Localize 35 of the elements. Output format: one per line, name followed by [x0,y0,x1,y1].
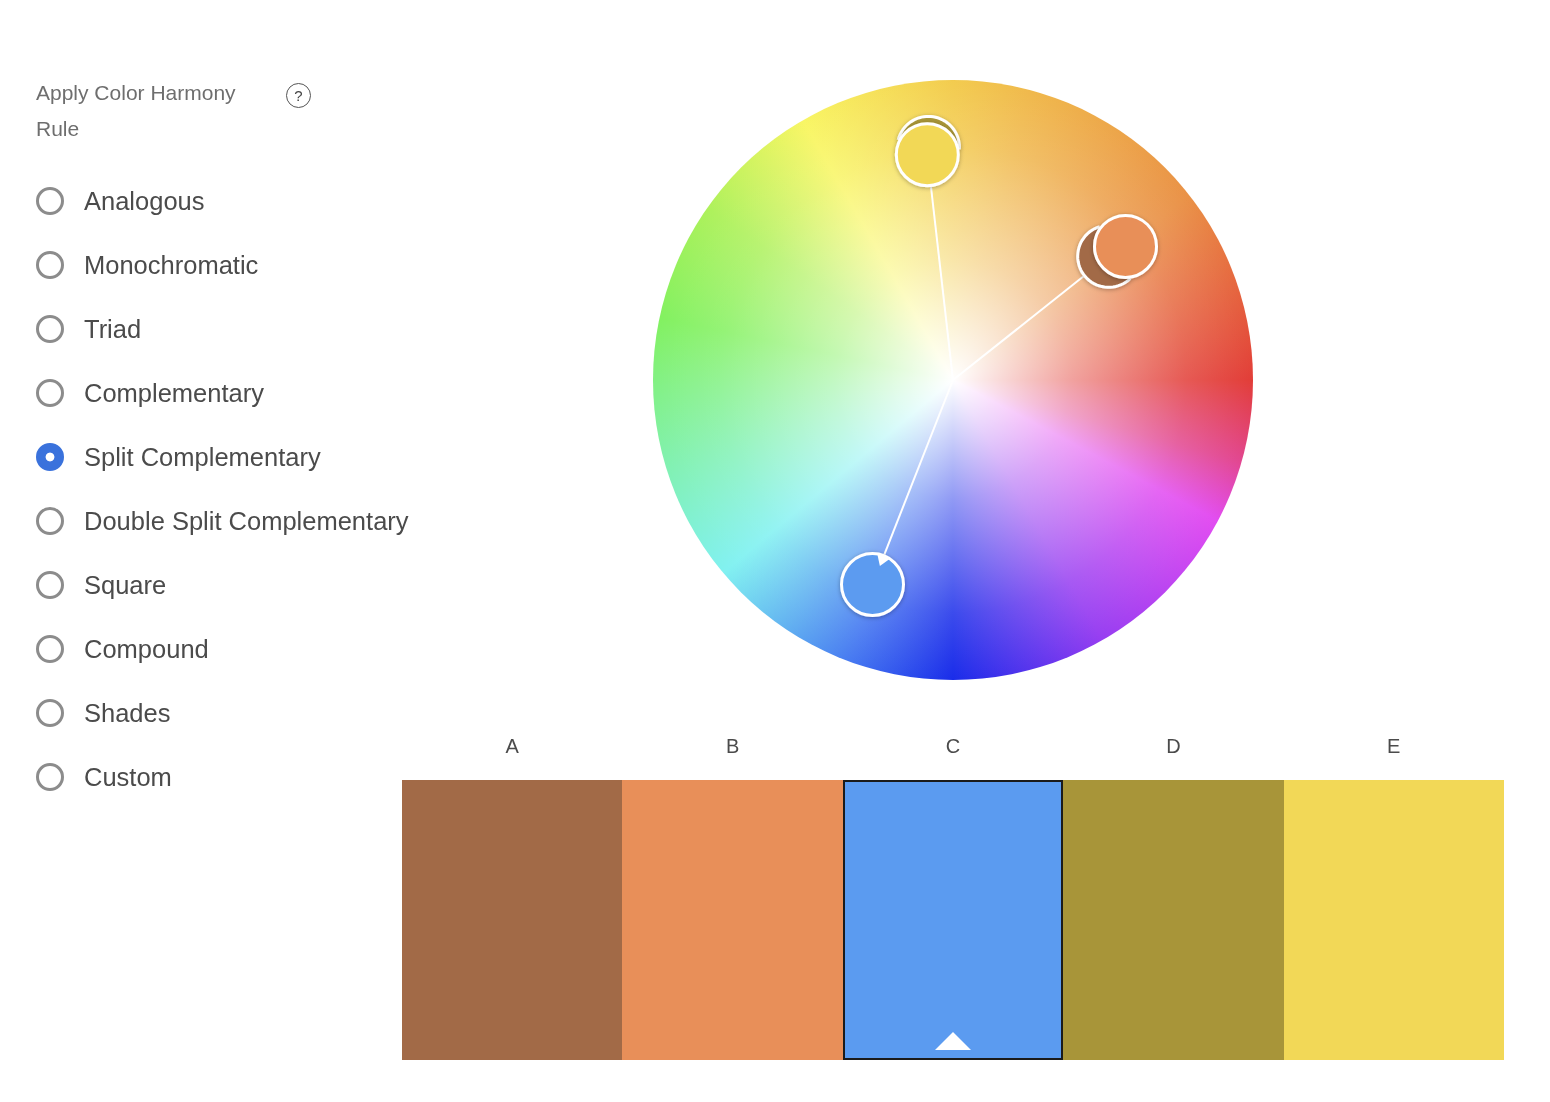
radio-button[interactable] [36,571,64,599]
color-swatch[interactable] [402,780,623,1060]
radio-button[interactable] [36,379,64,407]
radio-button[interactable] [36,187,64,215]
radio-button[interactable] [36,251,64,279]
radio-button[interactable] [36,443,64,471]
color-swatch[interactable] [622,780,843,1060]
option-label[interactable]: Monochromatic [84,245,259,285]
color-swatch[interactable] [1063,780,1284,1060]
color-swatch[interactable] [1283,780,1504,1060]
radio-button[interactable] [36,507,64,535]
color-handle[interactable] [1093,213,1158,279]
panel-title: Apply Color Harmony Rule [36,80,237,142]
swatch-label: C [945,734,961,759]
triangle-marker-icon [935,1032,971,1050]
option-label[interactable]: Double Split Complementary [84,501,409,541]
option-label[interactable]: Square [84,565,167,605]
option-label[interactable]: Triad [84,309,142,349]
option-label[interactable]: Analogous [84,181,205,221]
color-handle[interactable] [840,552,905,617]
option-label[interactable]: Split Complementary [84,437,321,477]
swatch-label: B [725,734,740,759]
swatch-label: D [1166,734,1181,759]
radio-button[interactable] [36,635,64,663]
option-label[interactable]: Shades [84,693,171,733]
option-label[interactable]: Custom [84,757,172,797]
color-handle[interactable] [894,122,960,188]
swatch-label: E [1387,734,1401,759]
option-label[interactable]: Compound [84,629,209,669]
swatch-label: A [505,734,519,759]
radio-button[interactable] [36,315,64,343]
radio-button[interactable] [36,763,64,791]
option-label[interactable]: Complementary [84,373,264,413]
color-swatch[interactable] [842,780,1064,1060]
radio-button[interactable] [36,699,64,727]
